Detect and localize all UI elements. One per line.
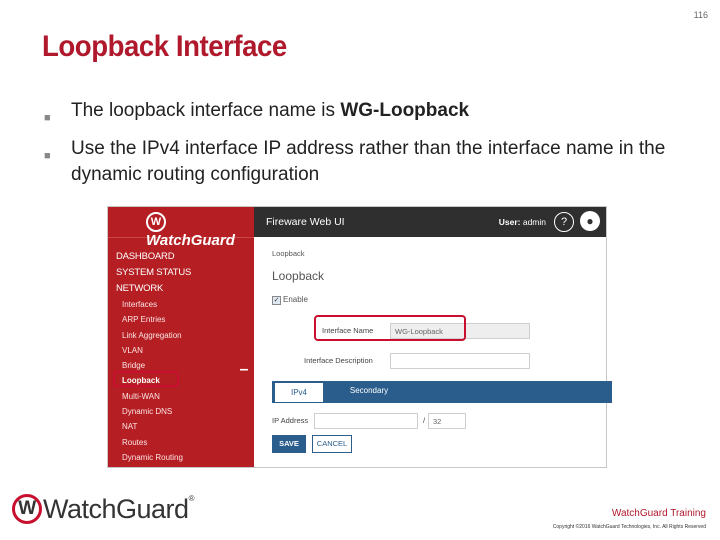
app-title: Fireware Web UI bbox=[266, 216, 345, 228]
ip-address-label: IP Address bbox=[272, 416, 309, 425]
address-tabs: IPv4 Secondary bbox=[272, 381, 612, 403]
help-icon[interactable]: ? bbox=[554, 212, 574, 232]
sidebar-item-link-aggregation[interactable]: Link Aggregation bbox=[116, 328, 191, 343]
bullet-marker-icon: ■ bbox=[44, 112, 51, 124]
user-name: admin bbox=[522, 217, 546, 227]
cancel-button[interactable]: CANCEL bbox=[312, 435, 352, 453]
slide-number: 116 bbox=[693, 10, 708, 20]
sidebar: WWatchGuard DASHBOARD SYSTEM STATUS NETW… bbox=[108, 207, 254, 467]
enable-label: Enable bbox=[283, 295, 308, 304]
sidebar-item-nat[interactable]: NAT bbox=[116, 419, 191, 434]
copyright-text: Copyright ©2016 WatchGuard Technologies,… bbox=[552, 524, 706, 530]
bullet-text: The loopback interface name is bbox=[71, 100, 341, 121]
bullet-marker-icon: ■ bbox=[44, 150, 51, 162]
enable-row: ✓ Enable bbox=[272, 295, 308, 305]
tab-secondary[interactable]: Secondary bbox=[334, 381, 404, 403]
sidebar-item-system-status[interactable]: SYSTEM STATUS bbox=[116, 265, 191, 281]
sidebar-item-dynamic-dns[interactable]: Dynamic DNS bbox=[116, 404, 191, 419]
watchguard-logo: W WatchGuard® bbox=[12, 494, 195, 525]
bullet-text: Use the IPv4 interface IP address rather… bbox=[71, 138, 666, 185]
bullet-item: ■ The loopback interface name is WG-Loop… bbox=[44, 98, 684, 124]
watchguard-w-icon: W bbox=[12, 494, 42, 524]
footer-training-label: WatchGuard Training bbox=[611, 508, 706, 519]
prefix-separator: / bbox=[423, 416, 426, 425]
collapse-sidebar-button[interactable]: – bbox=[234, 357, 254, 385]
interface-name-highlight-box bbox=[314, 315, 466, 341]
watchguard-logo-small: WWatchGuard bbox=[146, 212, 254, 249]
bullet-item: ■ Use the IPv4 interface IP address rath… bbox=[44, 136, 684, 188]
sidebar-item-dashboard[interactable]: DASHBOARD bbox=[116, 249, 191, 265]
sidebar-nav: DASHBOARD SYSTEM STATUS NETWORK Interfac… bbox=[116, 249, 191, 465]
breadcrumb[interactable]: Loopback bbox=[272, 249, 305, 258]
web-ui-screenshot: WWatchGuard DASHBOARD SYSTEM STATUS NETW… bbox=[107, 206, 612, 468]
sidebar-item-multi-wan[interactable]: Multi-WAN bbox=[116, 389, 191, 404]
enable-checkbox[interactable]: ✓ bbox=[272, 296, 281, 305]
sidebar-logo-bar: WWatchGuard bbox=[108, 207, 254, 249]
sidebar-item-dynamic-routing[interactable]: Dynamic Routing bbox=[116, 450, 191, 465]
interface-description-field[interactable] bbox=[390, 353, 530, 369]
app-header: Fireware Web UI User: admin ? ● bbox=[254, 207, 606, 237]
interface-description-label: Interface Description bbox=[304, 356, 373, 365]
main-content: Loopback Loopback ✓ Enable Interface Name… bbox=[254, 237, 612, 467]
page-title: Loopback bbox=[272, 269, 325, 283]
sidebar-item-vlan[interactable]: VLAN bbox=[116, 343, 191, 358]
trademark-icon: ® bbox=[188, 494, 195, 503]
slide-title: Loopback Interface bbox=[42, 30, 287, 63]
sidebar-item-arp-entries[interactable]: ARP Entries bbox=[116, 312, 191, 327]
sidebar-logo-text: WatchGuard bbox=[146, 232, 235, 249]
sidebar-item-network[interactable]: NETWORK bbox=[116, 281, 191, 297]
prefix-length-field[interactable]: 32 bbox=[428, 413, 466, 429]
sidebar-item-interfaces[interactable]: Interfaces bbox=[116, 297, 191, 312]
user-indicator: User: admin bbox=[499, 217, 546, 227]
bullet-emphasis: WG-Loopback bbox=[340, 100, 470, 121]
save-button[interactable]: SAVE bbox=[272, 435, 306, 453]
bullet-list: ■ The loopback interface name is WG-Loop… bbox=[44, 98, 684, 200]
watchguard-w-icon: W bbox=[146, 212, 166, 232]
user-avatar-icon[interactable]: ● bbox=[580, 211, 600, 231]
sidebar-item-routes[interactable]: Routes bbox=[116, 435, 191, 450]
tab-ipv4[interactable]: IPv4 bbox=[274, 382, 324, 403]
ip-address-field[interactable] bbox=[314, 413, 418, 429]
footer-logo-text: WatchGuard bbox=[43, 494, 189, 524]
user-label: User: bbox=[498, 217, 521, 227]
loopback-highlight-box bbox=[113, 371, 179, 387]
